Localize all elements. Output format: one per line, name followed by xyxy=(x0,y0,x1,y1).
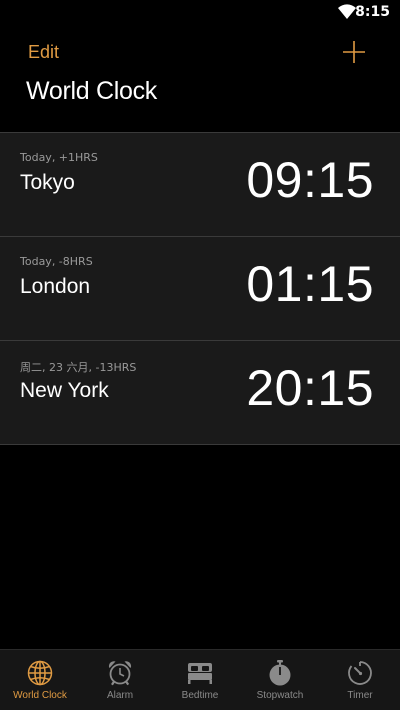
timer-icon xyxy=(348,661,372,685)
globe-icon xyxy=(27,660,53,686)
tab-label: Timer xyxy=(347,690,373,701)
tab-timer[interactable]: Timer xyxy=(320,650,400,710)
clock-city: London xyxy=(20,275,91,298)
tab-label: Bedtime xyxy=(181,690,219,701)
tab-label: World Clock xyxy=(13,690,67,701)
clock-list: Today, +1HRS Tokyo 09:15 Today, -8HRS Lo… xyxy=(0,132,400,445)
bed-icon xyxy=(188,663,212,684)
status-bar: 8:15 xyxy=(0,0,400,24)
clock-offset: 周二, 23 六月, -13HRS xyxy=(20,361,137,374)
clock-time: 01:15 xyxy=(246,256,374,312)
edit-button[interactable]: Edit xyxy=(28,42,59,63)
tab-stopwatch[interactable]: Stopwatch xyxy=(240,650,320,710)
tab-bar: World Clock Alarm Bedtime Stopwatch Time… xyxy=(0,649,400,710)
tab-alarm[interactable]: Alarm xyxy=(80,650,160,710)
plus-icon[interactable] xyxy=(342,40,366,64)
alarm-clock-icon xyxy=(108,661,132,686)
clock-time: 09:15 xyxy=(246,152,374,208)
tab-label: Stopwatch xyxy=(256,690,304,701)
clock-time: 20:15 xyxy=(246,360,374,416)
tab-world-clock[interactable]: World Clock xyxy=(0,650,80,710)
wifi-icon xyxy=(338,4,356,19)
stopwatch-icon xyxy=(269,660,291,686)
page-title: World Clock xyxy=(26,77,157,105)
clock-row-new-york[interactable]: 周二, 23 六月, -13HRS New York 20:15 xyxy=(0,340,400,445)
clock-offset: Today, -8HRS xyxy=(20,255,93,268)
tab-label: Alarm xyxy=(106,690,134,701)
status-time: 8:15 xyxy=(355,4,390,20)
tab-bedtime[interactable]: Bedtime xyxy=(160,650,240,710)
clock-city: New York xyxy=(20,379,109,402)
clock-row-london[interactable]: Today, -8HRS London 01:15 xyxy=(0,236,400,340)
clock-row-tokyo[interactable]: Today, +1HRS Tokyo 09:15 xyxy=(0,132,400,236)
clock-offset: Today, +1HRS xyxy=(20,151,98,164)
clock-city: Tokyo xyxy=(20,171,75,194)
